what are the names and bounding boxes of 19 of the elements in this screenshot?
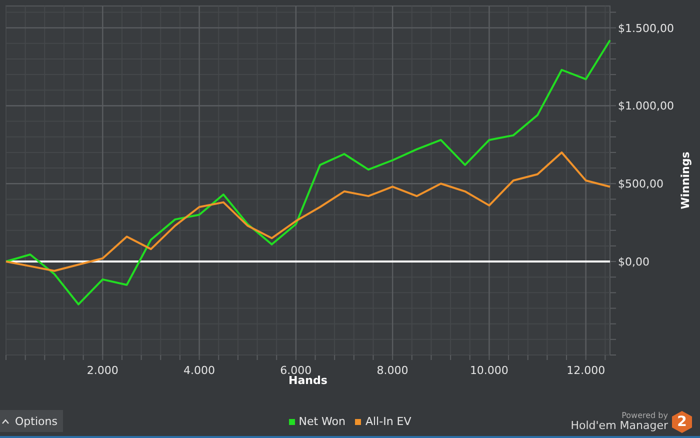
brand-logo: 2: [672, 411, 692, 433]
brand-name: Hold'em Manager: [570, 420, 668, 433]
x-tick-label: 8.000: [376, 364, 408, 377]
chevron-up-icon: [2, 418, 9, 424]
x-tick-label: 4.000: [184, 364, 216, 377]
x-tick-label: 10.000: [470, 364, 508, 377]
x-axis-title: Hands: [288, 374, 328, 387]
options-button[interactable]: Options: [0, 410, 64, 432]
powered-by-text: Powered by: [622, 411, 668, 420]
x-tick-label: 2.000: [86, 364, 118, 377]
x-tick-label: 6.000: [280, 364, 312, 377]
legend-label: Net Won: [298, 415, 346, 428]
y-tick-label: $1.000,00: [618, 100, 674, 113]
x-tick-label: 12.000: [566, 364, 606, 377]
y-tick-label: $0,00: [618, 256, 650, 269]
legend-label: All-In EV: [365, 415, 412, 428]
y-axis-title: Winnings: [679, 152, 692, 210]
y-tick-label: $500,00: [618, 178, 664, 191]
y-tick-label: $1.500,00: [618, 22, 674, 35]
